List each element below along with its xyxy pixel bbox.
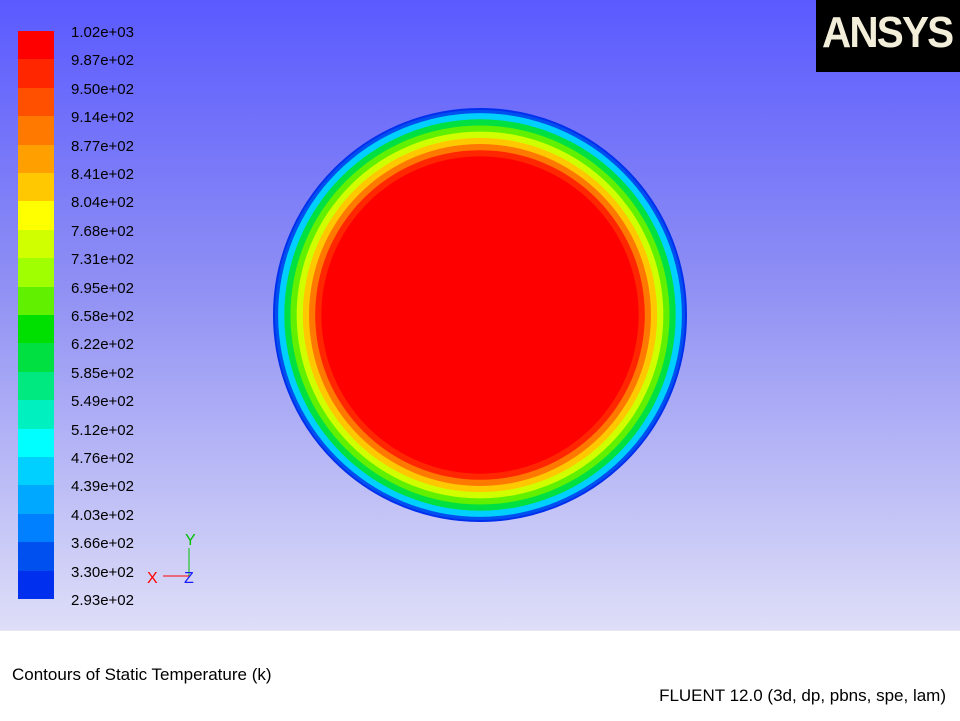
colorbar-tick-label: 1.02e+03 xyxy=(71,24,134,41)
colorbar-swatch xyxy=(18,513,54,543)
colorbar-swatch xyxy=(18,485,54,515)
axis-triad: Y X Z xyxy=(147,532,196,587)
colorbar-tick-label: 8.04e+02 xyxy=(71,194,134,212)
colorbar-swatch xyxy=(18,400,54,430)
colorbar-swatch xyxy=(18,570,54,600)
z-axis-label: Z xyxy=(184,570,194,587)
colorbar-tick-label: 4.03e+02 xyxy=(71,506,134,524)
colorbar-tick-label: 3.30e+02 xyxy=(71,563,134,581)
colorbar-swatch xyxy=(18,343,54,373)
colorbar-tick-label: 6.58e+02 xyxy=(71,308,134,325)
x-axis-label: X xyxy=(147,570,158,587)
colorbar-swatch xyxy=(18,229,54,259)
colorbar-tick-label: 7.31e+02 xyxy=(71,251,134,269)
colorbar-swatch xyxy=(18,258,54,288)
colorbar-tick-label: 5.85e+02 xyxy=(71,364,134,382)
colorbar-swatch xyxy=(18,542,54,572)
colorbar-tick-label: 6.95e+02 xyxy=(71,279,134,297)
colorbar xyxy=(18,31,54,600)
colorbar-swatch xyxy=(18,457,54,486)
graphics-viewport[interactable]: 1.02e+03 9.87e+02 9.50e+02 9.14e+02 8.77e+02… xyxy=(0,0,960,630)
colorbar-tick-label: 7.68e+02 xyxy=(71,222,134,240)
colorbar-tick-label: 5.49e+02 xyxy=(71,393,134,411)
colorbar-swatch xyxy=(18,144,54,174)
colorbar-tick-label: 6.22e+02 xyxy=(71,336,134,354)
colorbar-tick-label: 3.66e+02 xyxy=(71,535,134,553)
contour-band xyxy=(321,156,639,474)
colorbar-swatch xyxy=(18,315,54,344)
colorbar-swatch xyxy=(18,286,54,316)
colorbar-swatch xyxy=(18,371,54,401)
plot-title: Contours of Static Temperature (k) xyxy=(12,665,272,684)
colorbar-swatch xyxy=(18,59,54,89)
plot-footer: Contours of Static Temperature (k) FLUEN… xyxy=(0,630,960,721)
colorbar-swatch xyxy=(18,116,54,146)
colorbar-swatch xyxy=(18,428,54,458)
colorbar-tick-label: 8.77e+02 xyxy=(71,137,134,155)
temperature-contour-plot xyxy=(273,108,687,522)
colorbar-swatch xyxy=(18,31,54,60)
colorbar-tick-label: 4.39e+02 xyxy=(71,478,134,496)
colorbar-swatch xyxy=(18,87,54,117)
logo-text: ANSYS xyxy=(822,8,954,57)
colorbar-tick-label: 2.93e+02 xyxy=(71,592,134,609)
colorbar-tick-label: 9.14e+02 xyxy=(71,109,134,127)
colorbar-swatch xyxy=(18,201,54,231)
y-axis-label: Y xyxy=(185,532,196,549)
colorbar-tick-label: 4.76e+02 xyxy=(71,450,134,467)
colorbar-tick-label: 8.41e+02 xyxy=(71,166,134,183)
colorbar-tick-label: 9.50e+02 xyxy=(71,80,134,98)
colorbar-tick-label: 5.12e+02 xyxy=(71,421,134,439)
ansys-logo: ANSYS xyxy=(816,0,960,72)
colorbar-tick-label: 9.87e+02 xyxy=(71,52,134,70)
colorbar-swatch xyxy=(18,173,54,202)
solver-info: FLUENT 12.0 (3d, dp, pbns, spe, lam) xyxy=(659,686,946,705)
